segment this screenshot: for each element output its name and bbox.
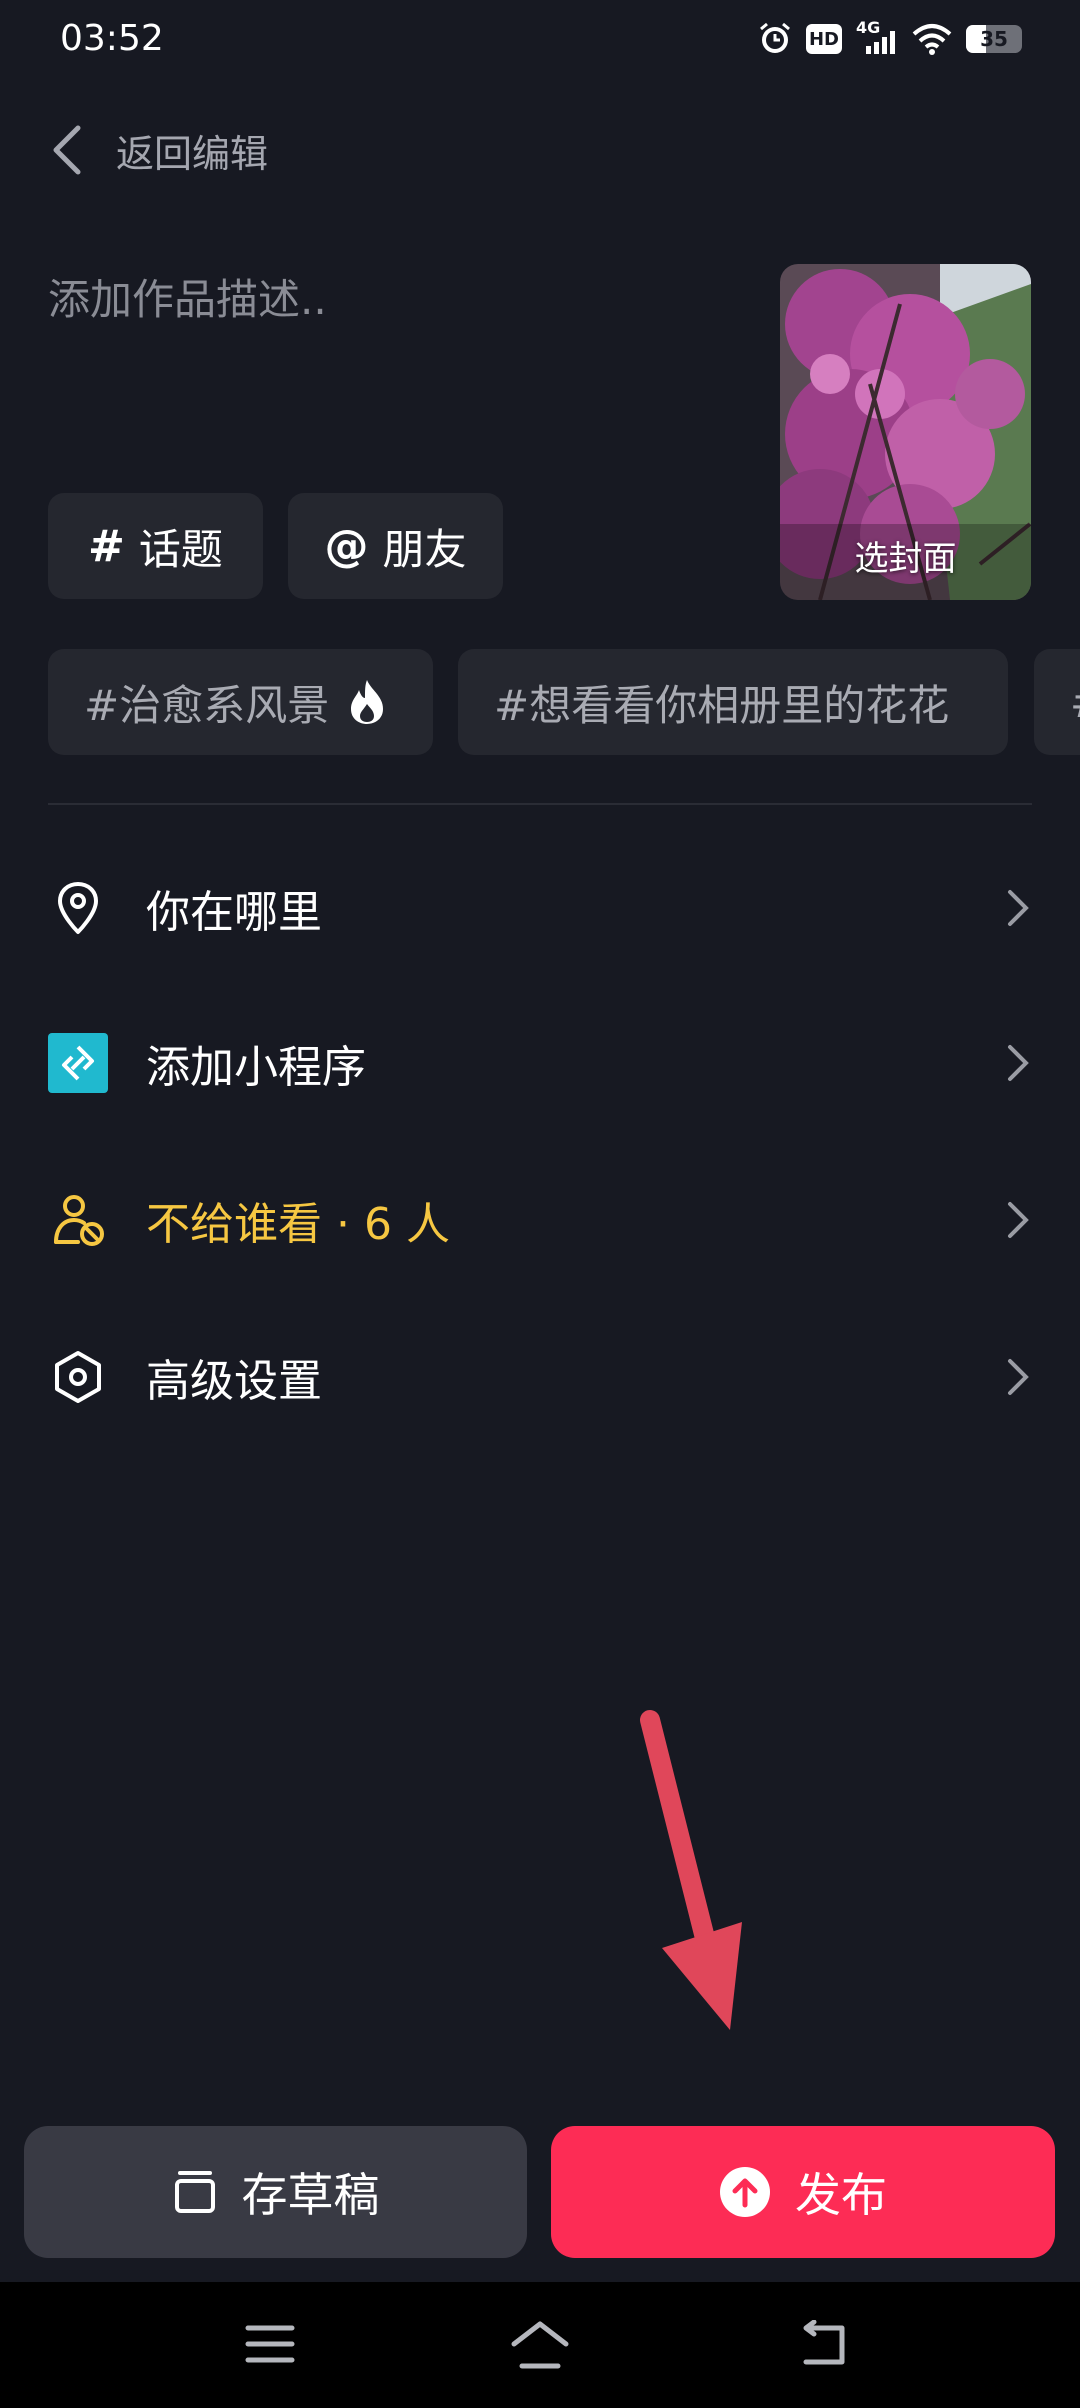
battery-icon: 35	[966, 25, 1022, 53]
signal-4g-icon: 4G	[856, 18, 898, 56]
friend-label: 朋友	[382, 524, 467, 574]
chevron-right-icon	[1008, 1045, 1029, 1081]
chevron-left-icon	[53, 125, 81, 175]
back-icon[interactable]	[796, 2320, 848, 2368]
description-input[interactable]: 添加作品描述..	[48, 266, 748, 327]
tag-label: #	[1070, 678, 1080, 727]
user-block-icon	[48, 1190, 108, 1250]
mini-program-row[interactable]: 添加小程序	[48, 1008, 1032, 1118]
annotation-arrow-icon	[640, 1710, 742, 2030]
location-label: 你在哪里	[146, 887, 322, 938]
system-nav-bar	[0, 2282, 1080, 2408]
cover-selector[interactable]: 选封面	[780, 264, 1031, 600]
friend-chip[interactable]: @ 朋友	[288, 493, 503, 599]
tag-label: #治愈系风景	[84, 680, 330, 730]
draft-label: 存草稿	[241, 2168, 380, 2222]
wifi-icon	[912, 24, 952, 55]
chevron-right-icon	[1008, 1202, 1029, 1238]
status-icons: HD 4G 35	[758, 18, 1022, 56]
topic-label: 话题	[138, 524, 223, 574]
suggested-tag[interactable]: #想看看你相册里的花花	[458, 649, 1008, 755]
draft-box-icon	[174, 2171, 215, 2213]
status-bar: 03:52 HD 4G 35	[0, 0, 1080, 86]
upload-arrow-icon	[720, 2167, 770, 2217]
hashtag-icon: #	[88, 520, 125, 572]
save-draft-button[interactable]: 存草稿	[24, 2126, 527, 2258]
location-pin-icon	[48, 878, 108, 938]
privacy-label: 不给谁看 · 6 人	[146, 1199, 450, 1250]
suggested-tag[interactable]: #	[1034, 649, 1080, 755]
cover-label: 选封面	[854, 539, 957, 579]
fire-icon	[351, 680, 384, 724]
hd-icon: HD	[806, 24, 842, 54]
location-row[interactable]: 你在哪里	[48, 853, 1032, 963]
suggested-tags: #治愈系风景 #想看看你相册里的花花 #	[48, 649, 1080, 755]
suggested-tag[interactable]: #治愈系风景	[48, 649, 433, 755]
mini-program-label: 添加小程序	[146, 1042, 366, 1093]
advanced-settings-label: 高级设置	[146, 1356, 322, 1407]
advanced-settings-row[interactable]: 高级设置	[48, 1322, 1032, 1432]
back-to-edit-button[interactable]: 返回编辑	[48, 118, 268, 182]
hexagon-settings-icon	[48, 1347, 108, 1407]
publish-button[interactable]: 发布	[551, 2126, 1055, 2258]
battery-level: 35	[980, 27, 1008, 51]
chevron-right-icon	[1008, 890, 1029, 926]
home-icon[interactable]	[510, 2320, 570, 2370]
back-label: 返回编辑	[116, 131, 269, 176]
mini-program-icon	[48, 1033, 108, 1093]
menu-icon[interactable]	[244, 2320, 296, 2368]
alarm-icon	[760, 22, 790, 53]
divider	[48, 803, 1032, 805]
chevron-right-icon	[1008, 1359, 1029, 1395]
publish-label: 发布	[795, 2168, 887, 2222]
topic-chip[interactable]: # 话题	[48, 493, 263, 599]
privacy-row[interactable]: 不给谁看 · 6 人	[48, 1165, 1032, 1275]
status-time: 03:52	[60, 18, 164, 59]
tag-label: #想看看你相册里的花花	[494, 680, 950, 730]
at-icon: @	[324, 520, 369, 572]
